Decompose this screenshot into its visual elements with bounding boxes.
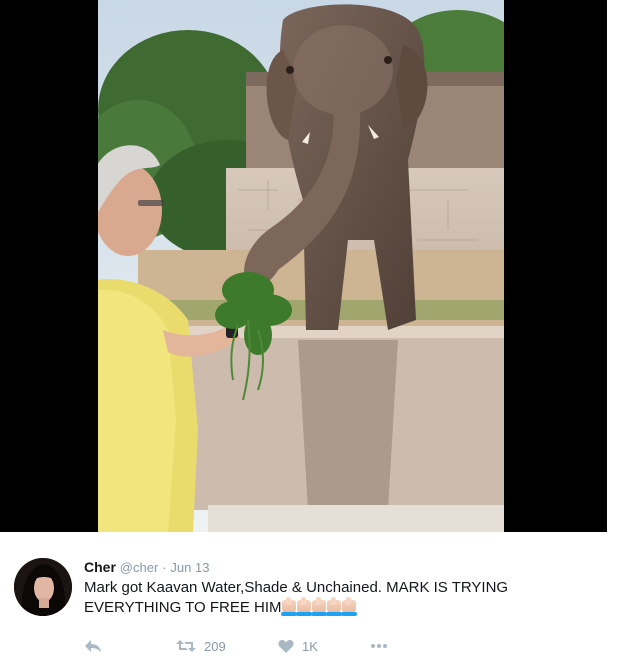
emoji-icon xyxy=(310,597,327,616)
emoji-icon xyxy=(340,597,357,616)
retweet-icon xyxy=(176,640,196,652)
avatar-image xyxy=(14,558,72,616)
tweet-text-line-2: EVERYTHING TO FREE HIM xyxy=(84,597,604,620)
elephant-photo xyxy=(98,0,504,532)
heart-icon xyxy=(278,640,294,653)
tweet-header: Cher @cher · Jun 13 xyxy=(84,558,209,577)
more-dots-icon xyxy=(371,644,387,648)
tweet-card: Cher @cher · Jun 13 Mark got Kaavan Wate… xyxy=(0,532,630,660)
retweet-count: 209 xyxy=(204,638,226,654)
emoji-icon xyxy=(325,597,342,616)
reply-button[interactable] xyxy=(84,636,102,656)
tweet-media[interactable] xyxy=(0,0,630,532)
tweet-text: Mark got Kaavan Water,Shade & Unchained.… xyxy=(84,578,604,620)
like-button[interactable]: 1K xyxy=(278,636,318,656)
emoji-icon xyxy=(295,597,312,616)
tweet-actions: 209 1K xyxy=(84,636,404,656)
tweet-text-line-1: Mark got Kaavan Water,Shade & Unchained.… xyxy=(84,579,509,596)
reply-icon xyxy=(85,640,101,652)
like-count: 1K xyxy=(302,638,318,654)
separator: · xyxy=(162,560,167,575)
tweet-photo[interactable] xyxy=(98,0,504,532)
user-handle[interactable]: @cher xyxy=(120,560,159,575)
display-name[interactable]: Cher xyxy=(84,559,116,575)
avatar[interactable] xyxy=(14,558,72,616)
emoji-row xyxy=(280,597,357,620)
retweet-button[interactable]: 209 xyxy=(176,636,226,656)
tweet-text-line-2-text: EVERYTHING TO FREE HIM xyxy=(84,599,282,616)
timestamp[interactable]: Jun 13 xyxy=(170,560,209,575)
emoji-icon xyxy=(280,597,297,616)
more-button[interactable] xyxy=(370,636,388,656)
